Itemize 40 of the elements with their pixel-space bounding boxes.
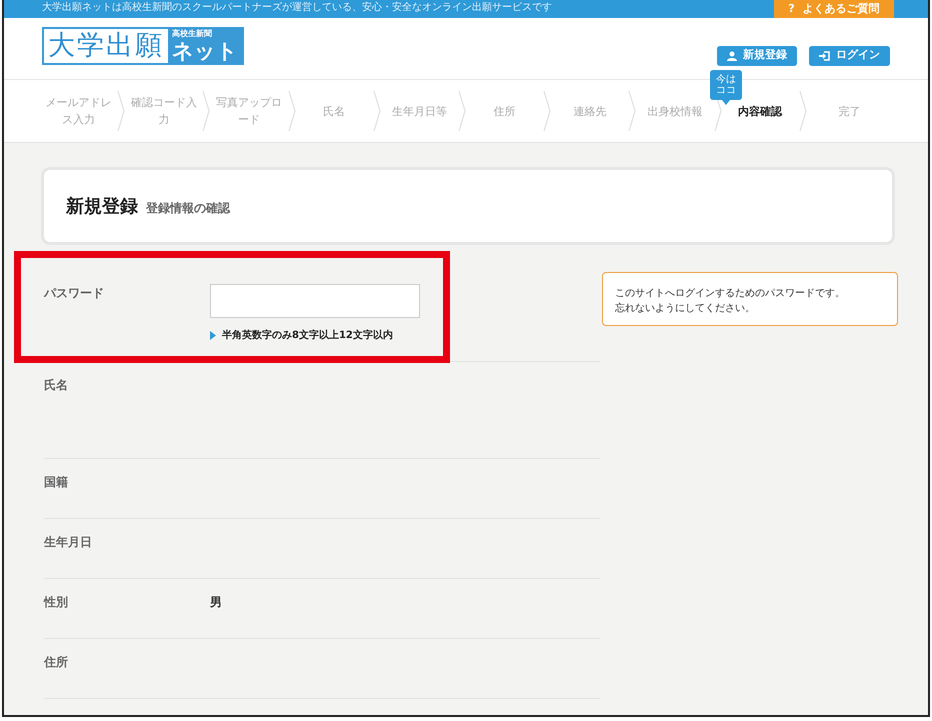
- chevron-icon: [202, 90, 210, 132]
- chevron-icon: [543, 90, 552, 132]
- chevron-icon: [372, 90, 381, 132]
- hint-text: 半角英数字のみ8文字以上12文字以内: [222, 328, 393, 343]
- step-label: 氏名: [322, 104, 346, 120]
- login-icon: [819, 50, 830, 60]
- chevron-icon: [628, 90, 636, 132]
- field-label: 生年月日: [44, 534, 93, 551]
- person-icon: [727, 50, 737, 60]
- faq-button[interactable]: ? よくあるご質問: [774, 0, 894, 18]
- tooltip-text: このサイトへログインするためのパスワードです。: [615, 287, 845, 301]
- step-label: 連絡先: [572, 104, 608, 120]
- field-value: 男: [210, 594, 222, 611]
- field-label: パスワード: [44, 285, 105, 302]
- login-button[interactable]: ログイン: [809, 46, 890, 66]
- tooltip-text: 忘れないようにしてください。: [615, 302, 755, 316]
- chevron-icon: [117, 90, 126, 132]
- step-label: 出身校情報: [646, 104, 704, 120]
- page-title: 新規登録: [66, 194, 138, 218]
- step-label: 住所: [492, 104, 517, 120]
- bubble-tail-icon: [722, 100, 730, 105]
- register-button[interactable]: 新規登録: [717, 46, 797, 66]
- field-label: 住所: [44, 654, 69, 671]
- step-label: 完了: [837, 104, 862, 120]
- step-label: 写真アップロード: [215, 95, 283, 128]
- field-label: 性別: [44, 594, 69, 611]
- password-field[interactable]: [210, 284, 420, 318]
- chevron-icon: [798, 90, 807, 132]
- page-subtitle: 登録情報の確認: [146, 200, 230, 217]
- field-label: 国籍: [44, 474, 69, 491]
- chevron-icon: [458, 90, 466, 132]
- step-label: 確認コード入力: [130, 95, 198, 128]
- current-step-bubble: 今はココ: [710, 70, 742, 100]
- step-label: 内容確認: [737, 104, 784, 120]
- triangle-icon: [210, 331, 216, 340]
- step-label: 生年月日等: [390, 104, 448, 120]
- notice-text: 大学出願ネットは高校生新聞のスクールパートナーズが運営している、安心・安全なオンライン出願サービスです: [42, 1, 552, 15]
- chevron-icon: [288, 90, 296, 132]
- field-label: 氏名: [44, 377, 69, 394]
- step-label: メールアドレス入力: [44, 95, 113, 128]
